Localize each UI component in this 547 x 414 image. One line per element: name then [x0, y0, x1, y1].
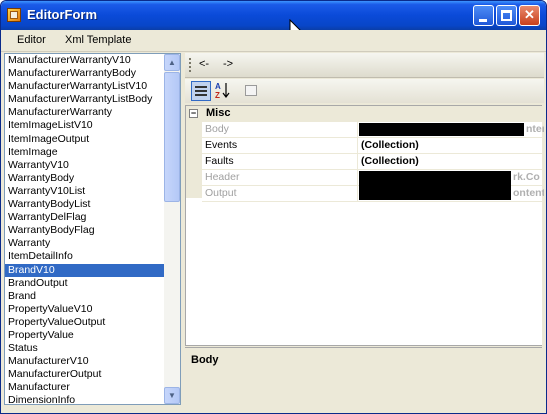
menu-editor[interactable]: Editor	[17, 34, 46, 46]
description-title: Body	[191, 354, 219, 366]
list-item[interactable]: PropertyValueOutput	[5, 316, 165, 329]
property-row-faults[interactable]: Faults (Collection)	[202, 154, 543, 170]
chevron-up-icon: ▲	[168, 58, 176, 67]
title-bar[interactable]: EditorForm ✕	[1, 1, 546, 30]
list-item[interactable]: Brand	[5, 290, 165, 303]
alphabetical-button[interactable]: A Z	[213, 81, 233, 101]
scroll-thumb[interactable]	[164, 72, 180, 202]
list-item[interactable]: PropertyValueV10	[5, 303, 165, 316]
list-item[interactable]: BrandOutput	[5, 277, 165, 290]
list-item[interactable]: PropertyValue	[5, 329, 165, 342]
editor-window: EditorForm ✕ Editor Xml Template Manufac…	[0, 0, 547, 414]
category-label: Misc	[206, 107, 231, 119]
list-item[interactable]: ManufacturerWarrantyBody	[5, 67, 165, 80]
list-item[interactable]: ItemDetailInfo	[5, 250, 165, 263]
property-name: Header	[205, 171, 240, 183]
list-item[interactable]: ItemImage	[5, 146, 165, 159]
scroll-down-button[interactable]: ▼	[164, 387, 180, 404]
property-row-output[interactable]: Output ontent	[202, 186, 544, 202]
collapse-icon[interactable]: −	[189, 109, 198, 118]
scroll-up-button[interactable]: ▲	[164, 54, 180, 71]
list-item[interactable]: ManufacturerOutput	[5, 368, 165, 381]
list-item[interactable]: WarrantyV10	[5, 159, 165, 172]
property-value-trail: rk.Co	[513, 171, 540, 183]
template-list[interactable]: ManufacturerWarrantyV10 ManufacturerWarra…	[4, 53, 181, 405]
list-item[interactable]: WarrantyDelFlag	[5, 211, 165, 224]
property-row-header[interactable]: Header rk.Co	[202, 170, 544, 200]
property-panel: <- -> A Z − Misc Body nte Events (Collec…	[185, 53, 544, 406]
list-item[interactable]: ManufacturerWarrantyListBody	[5, 93, 165, 106]
list-item[interactable]: WarrantyBodyFlag	[5, 224, 165, 237]
minimize-button[interactable]	[473, 5, 494, 26]
list-item[interactable]: ManufacturerWarrantyV10	[5, 54, 165, 67]
window-title: EditorForm	[27, 7, 98, 22]
list-item[interactable]: ItemImageListV10	[5, 119, 165, 132]
property-name: Events	[205, 139, 238, 151]
menu-bar: Editor Xml Template	[1, 30, 546, 52]
list-item[interactable]: Status	[5, 342, 165, 355]
forward-button[interactable]: ->	[223, 58, 233, 70]
property-row-body[interactable]: Body nten	[202, 122, 544, 138]
list-item[interactable]: DimensionInfo	[5, 394, 165, 404]
description-pane: Body	[185, 347, 542, 406]
template-list-items: ManufacturerWarrantyV10 ManufacturerWarra…	[5, 54, 165, 404]
property-name: Faults	[205, 155, 234, 167]
list-item[interactable]: WarrantyBodyList	[5, 198, 165, 211]
property-value-trail: nten	[526, 123, 544, 135]
property-pages-button[interactable]	[241, 81, 261, 101]
menu-xml-template[interactable]: Xml Template	[65, 34, 131, 46]
sort-alphabetical-icon: A Z	[215, 82, 230, 100]
property-value-text: (Collection)	[361, 155, 419, 167]
toolbar-grip-icon[interactable]	[189, 58, 191, 72]
svg-text:Z: Z	[215, 91, 220, 99]
list-item[interactable]: WarrantyV10List	[5, 185, 165, 198]
list-item[interactable]: ManufacturerV10	[5, 355, 165, 368]
property-grid[interactable]: − Misc Body nten Events (Collection) Fau…	[185, 105, 544, 346]
minimize-icon	[479, 19, 487, 22]
property-value-trail: ontent	[513, 187, 544, 199]
back-button[interactable]: <-	[199, 58, 209, 70]
property-value[interactable]: ontent	[357, 186, 544, 201]
categorized-button[interactable]	[191, 81, 211, 101]
maximize-button[interactable]	[496, 5, 517, 26]
property-value[interactable]: (Collection)	[357, 138, 544, 153]
property-grid-toolbar: A Z	[185, 79, 544, 103]
list-item[interactable]: ManufacturerWarrantyListV10	[5, 80, 165, 93]
property-name: Output	[205, 187, 237, 199]
property-pages-icon	[245, 85, 257, 96]
property-value[interactable]: (Collection)	[357, 154, 544, 169]
list-item[interactable]: ManufacturerWarranty	[5, 106, 165, 119]
redacted-block	[359, 123, 524, 136]
list-scrollbar[interactable]: ▲ ▼	[164, 54, 180, 404]
close-button[interactable]: ✕	[519, 5, 540, 26]
property-value[interactable]: rk.Co	[357, 170, 544, 200]
svg-text:A: A	[215, 82, 221, 91]
chevron-down-icon: ▼	[168, 391, 176, 400]
list-item[interactable]: ItemImageOutput	[5, 133, 165, 146]
maximize-icon	[501, 10, 512, 21]
property-value-text: (Collection)	[361, 139, 419, 151]
close-icon: ✕	[524, 7, 535, 22]
list-item[interactable]: Manufacturer	[5, 381, 165, 394]
list-item[interactable]: Warranty	[5, 237, 165, 250]
property-value[interactable]: nten	[357, 122, 544, 137]
list-item[interactable]: BrandV10	[5, 263, 165, 277]
app-icon	[7, 8, 21, 22]
property-row-events[interactable]: Events (Collection)	[202, 138, 543, 154]
property-name: Body	[205, 123, 229, 135]
navigation-toolbar: <- ->	[185, 53, 544, 78]
category-misc[interactable]: − Misc	[186, 106, 543, 122]
categorized-icon	[195, 86, 207, 96]
list-item[interactable]: WarrantyBody	[5, 172, 165, 185]
